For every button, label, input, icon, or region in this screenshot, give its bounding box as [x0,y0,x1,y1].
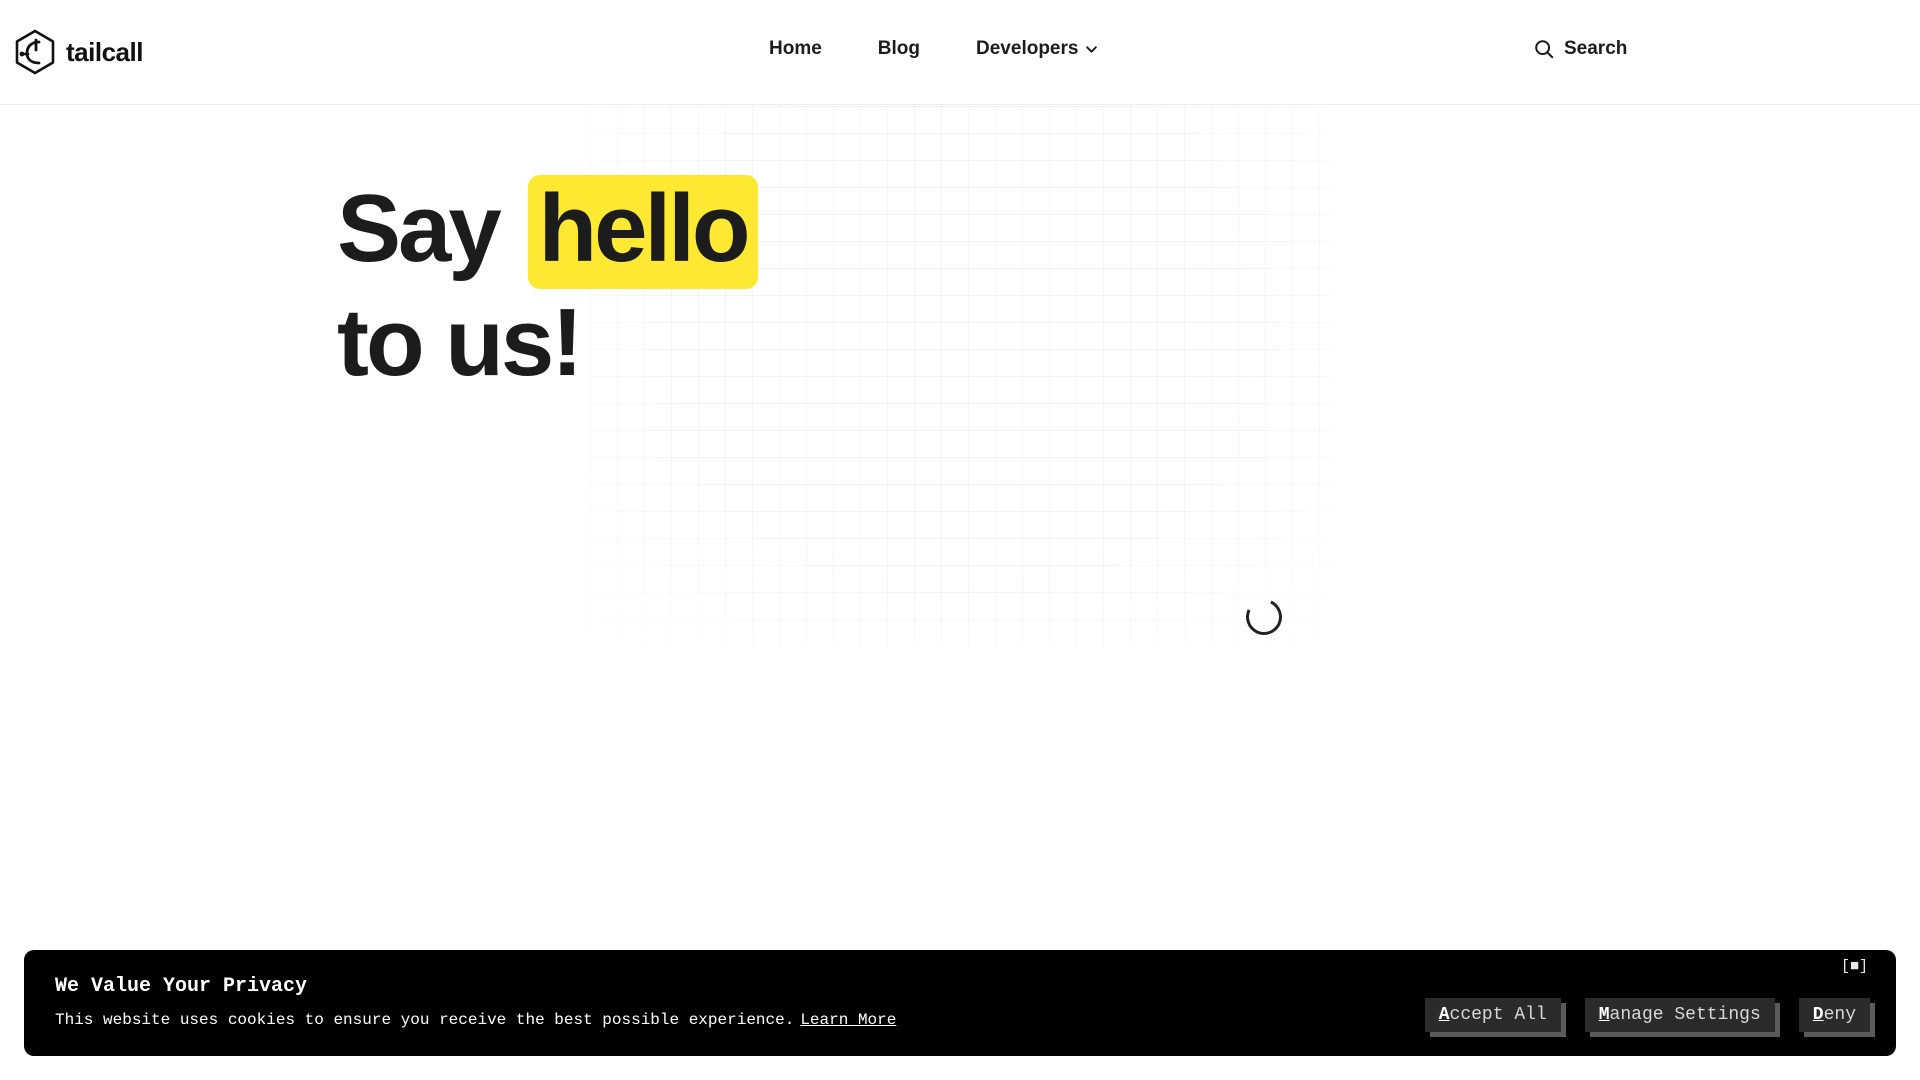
hero-line-2: to us! [337,289,583,396]
accept-all-hotkey: A [1438,1005,1450,1025]
manage-settings-hotkey: M [1598,1005,1610,1025]
search-icon [1535,40,1554,59]
accept-all-button[interactable]: Accept All [1424,998,1561,1032]
hero-heading: Say hello to us! [337,175,758,397]
cookie-title: We Value Your Privacy [55,975,308,998]
deny-button[interactable]: Deny [1798,998,1870,1032]
deny-hotkey: D [1812,1005,1824,1025]
logo-link[interactable]: tailcall [14,29,143,75]
cookie-banner: We Value Your Privacy This website uses … [24,950,1896,1056]
nav-developers-label: Developers [976,38,1079,59]
cookie-message: This website uses cookies to ensure you … [55,1011,795,1029]
hero-line-1: Say hello [337,175,758,289]
tailcall-logo-icon [15,29,55,75]
manage-settings-button[interactable]: Manage Settings [1584,998,1775,1032]
nav-blog-label: Blog [877,38,921,59]
main-nav: Home Blog Developers [769,38,1098,60]
cookie-close-button[interactable]: [■] [1841,958,1868,975]
logo-text: tailcall [66,36,143,67]
nav-home-link[interactable]: Home [769,38,822,60]
page: tailcall Home Blog Developers Search Say… [0,0,1920,1080]
hero-highlight: hello [528,175,758,289]
learn-more-link[interactable]: Learn More [800,1011,896,1029]
deny-label: eny [1823,1005,1856,1025]
nav-blog-link[interactable]: Blog [878,38,920,60]
site-header: tailcall Home Blog Developers Search [0,0,1920,105]
accept-all-label: ccept All [1449,1005,1547,1025]
cookie-text: This website uses cookies to ensure you … [55,1011,896,1029]
nav-developers-dropdown[interactable]: Developers [976,38,1098,60]
search-button[interactable]: Search [1533,38,1627,60]
manage-settings-label: anage Settings [1609,1005,1761,1025]
hero-prefix: Say [337,175,502,282]
chevron-down-icon [1086,45,1098,53]
nav-home-label: Home [769,38,822,59]
search-label: Search [1564,38,1628,59]
cookie-actions: Accept All Manage Settings Deny [1424,998,1870,1032]
